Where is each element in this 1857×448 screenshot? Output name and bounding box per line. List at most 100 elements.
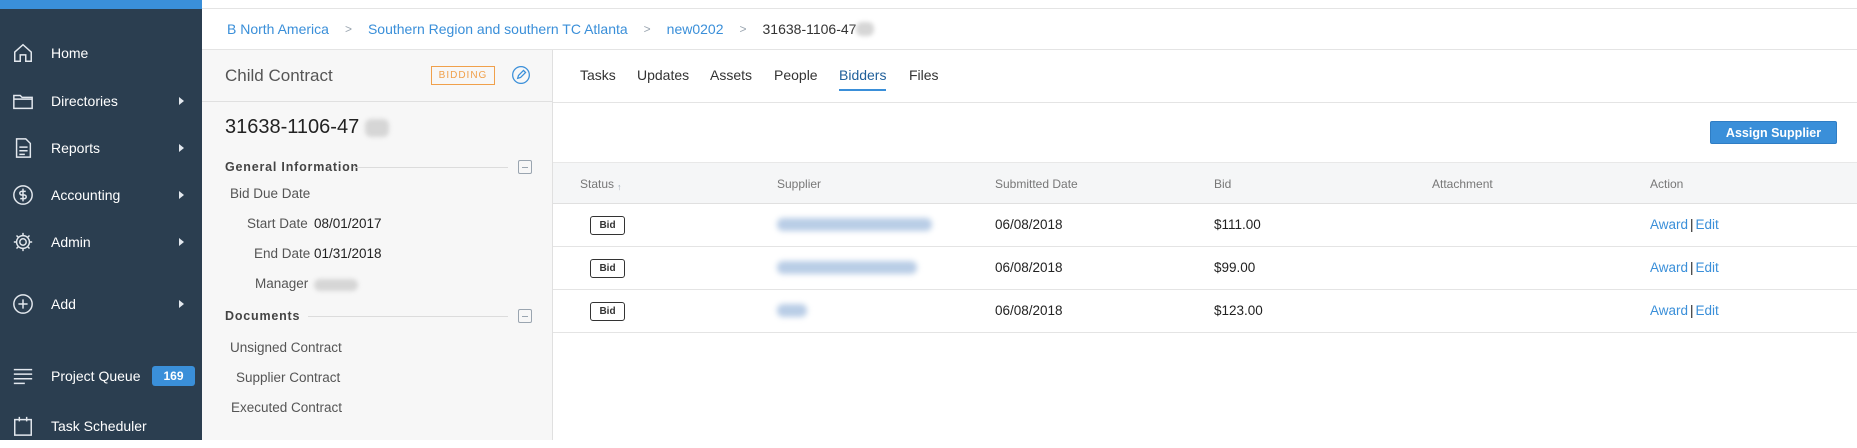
main-content: Tasks Updates Assets People Bidders File… [553, 50, 1857, 440]
edit-link[interactable]: Edit [1696, 217, 1719, 232]
assign-supplier-button[interactable]: Assign Supplier [1710, 121, 1837, 144]
contract-detail-panel: Child Contract BIDDING 31638-1106-47 Gen… [202, 50, 553, 440]
sidebar-item-label: Task Scheduler [51, 418, 147, 434]
tab-assets[interactable]: Assets [710, 67, 752, 89]
tab-people[interactable]: People [774, 67, 818, 89]
column-header-bid[interactable]: Bid [1214, 177, 1231, 191]
folder-icon [12, 90, 34, 112]
table-row: Bid 06/08/2018 $99.00 Award | Edit [553, 247, 1857, 290]
breadcrumb-separator: > [643, 22, 651, 36]
sidebar-item-label: Add [51, 296, 76, 312]
top-strip [202, 0, 1857, 9]
bid-amount: $99.00 [1214, 260, 1256, 275]
manager-label: Manager [255, 276, 309, 291]
action-separator: | [1690, 217, 1694, 232]
sidebar-item-directories[interactable]: Directories [0, 79, 202, 123]
chevron-right-icon [179, 191, 184, 199]
sidebar-item-admin[interactable]: Admin [0, 220, 202, 264]
start-date-label: Start Date [247, 216, 308, 231]
sidebar-item-reports[interactable]: Reports [0, 126, 202, 170]
supplier-link-redacted[interactable] [777, 218, 932, 231]
document-unsigned-contract[interactable]: Unsigned Contract [230, 340, 342, 355]
gear-icon [12, 231, 34, 253]
sidebar-item-label: Admin [51, 234, 91, 250]
general-information-heading: General Information [225, 160, 359, 174]
collapse-icon[interactable] [518, 160, 532, 174]
column-header-label: Status [580, 177, 615, 191]
edit-link[interactable]: Edit [1696, 303, 1719, 318]
redacted-text [856, 22, 875, 36]
redacted-text [314, 279, 358, 291]
breadcrumb-link-subregion[interactable]: Southern Region and southern TC Atlanta [368, 21, 628, 37]
breadcrumb-link-project[interactable]: new0202 [667, 21, 724, 37]
supplier-link-redacted[interactable] [777, 304, 807, 317]
breadcrumb-separator: > [739, 22, 747, 36]
bidders-table-header: Status ↑ Supplier Submitted Date Bid Atta… [553, 162, 1857, 204]
bid-amount: $123.00 [1214, 303, 1263, 318]
sidebar-item-task-scheduler[interactable]: Task Scheduler [0, 404, 202, 448]
status-badge: Bid [590, 216, 625, 235]
project-queue-count-badge: 169 [152, 366, 195, 386]
end-date-value: 01/31/2018 [314, 246, 382, 261]
calendar-icon [12, 415, 34, 437]
sidebar-item-label: Reports [51, 140, 101, 156]
status-badge: Bid [590, 302, 625, 321]
action-separator: | [1690, 260, 1694, 275]
action-separator: | [1690, 303, 1694, 318]
section-divider [308, 316, 508, 317]
award-link[interactable]: Award [1650, 303, 1688, 318]
award-link[interactable]: Award [1650, 217, 1688, 232]
sidebar-item-project-queue[interactable]: Project Queue 169 [0, 354, 202, 398]
detail-title: Child Contract [225, 66, 333, 85]
detail-header: Child Contract BIDDING [202, 50, 553, 102]
sidebar: Home Directories Reports Accounting Admi… [0, 0, 202, 440]
start-date-value: 08/01/2017 [314, 216, 382, 231]
column-header-attachment[interactable]: Attachment [1432, 177, 1493, 191]
document-executed-contract[interactable]: Executed Contract [231, 400, 342, 415]
chevron-right-icon [179, 300, 184, 308]
document-supplier-contract[interactable]: Supplier Contract [236, 370, 340, 385]
plus-circle-icon [12, 293, 34, 315]
submitted-date: 06/08/2018 [995, 303, 1063, 318]
tab-updates[interactable]: Updates [637, 67, 689, 89]
edit-icon[interactable] [511, 65, 531, 85]
supplier-link-redacted[interactable] [777, 261, 917, 274]
sidebar-item-home[interactable]: Home [0, 31, 202, 75]
chevron-right-icon [179, 97, 184, 105]
award-link[interactable]: Award [1650, 260, 1688, 275]
sidebar-item-label: Accounting [51, 187, 121, 203]
sidebar-item-label: Project Queue [51, 368, 141, 384]
list-icon [12, 365, 34, 387]
home-icon [12, 42, 34, 64]
tab-bidders[interactable]: Bidders [839, 67, 887, 91]
report-icon [12, 137, 34, 159]
breadcrumb-separator: > [344, 22, 352, 36]
status-badge: BIDDING [431, 66, 495, 85]
tab-tasks[interactable]: Tasks [580, 67, 616, 89]
bid-due-date-label: Bid Due Date [230, 186, 311, 201]
column-header-submitted-date[interactable]: Submitted Date [995, 177, 1078, 191]
dollar-icon [12, 184, 34, 206]
redacted-text [364, 118, 389, 137]
table-row: Bid 06/08/2018 $111.00 Award | Edit [553, 204, 1857, 247]
bid-amount: $111.00 [1214, 217, 1261, 232]
row-actions: Award | Edit [1650, 303, 1719, 318]
submitted-date: 06/08/2018 [995, 217, 1063, 232]
sidebar-item-label: Home [51, 45, 89, 61]
edit-link[interactable]: Edit [1696, 260, 1719, 275]
end-date-label: End Date [254, 246, 311, 261]
submitted-date: 06/08/2018 [995, 260, 1063, 275]
chevron-right-icon [179, 144, 184, 152]
breadcrumb-current: 31638-1106-47 [762, 21, 857, 37]
column-header-supplier[interactable]: Supplier [777, 177, 821, 191]
row-actions: Award | Edit [1650, 217, 1719, 232]
breadcrumb-link-region[interactable]: B North America [227, 21, 329, 37]
sidebar-item-accounting[interactable]: Accounting [0, 173, 202, 217]
sidebar-accent-bar [0, 0, 202, 9]
sort-up-icon: ↑ [617, 182, 622, 192]
collapse-icon[interactable] [518, 309, 532, 323]
sidebar-item-add[interactable]: Add [0, 282, 202, 326]
column-header-status[interactable]: Status ↑ [580, 177, 622, 192]
tab-files[interactable]: Files [909, 67, 939, 89]
row-actions: Award | Edit [1650, 260, 1719, 275]
